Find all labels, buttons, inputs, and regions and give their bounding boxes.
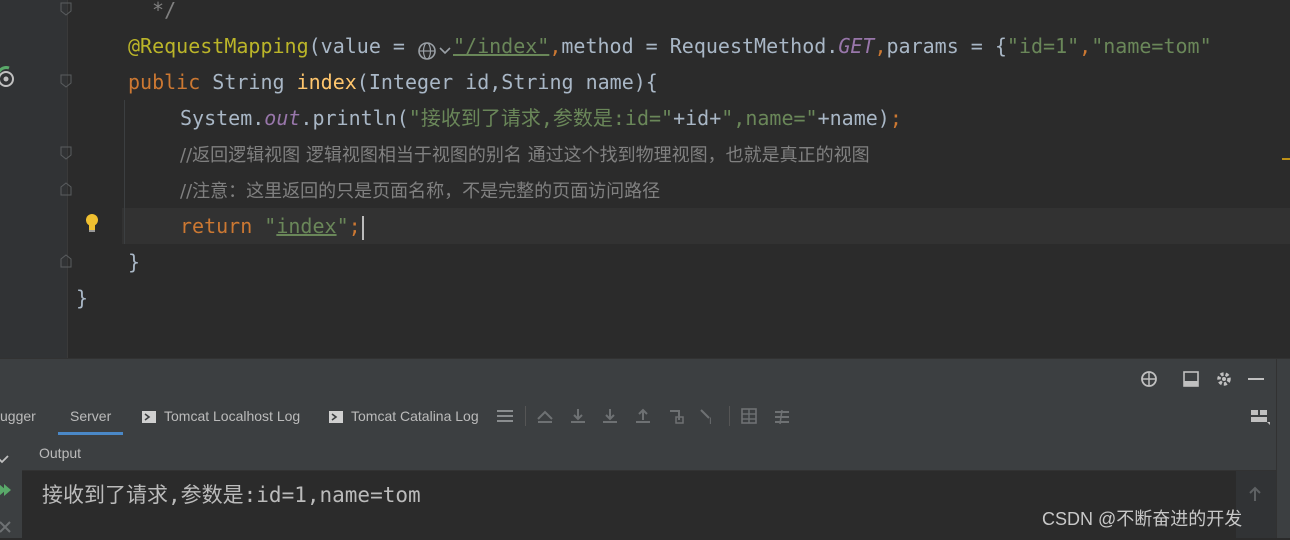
web-endpoint-icon[interactable]	[0, 66, 15, 92]
drop-frame-icon[interactable]	[536, 407, 554, 425]
code-line: public String index(Integer id,String na…	[128, 70, 658, 94]
gear-icon[interactable]	[1215, 370, 1233, 392]
tab-server[interactable]: Server	[58, 397, 124, 435]
log-icon	[329, 411, 343, 424]
right-side-strip	[1276, 359, 1290, 538]
code-comment: //注意：这里返回的只是页面名称，不是完整的页面访问路径	[180, 181, 661, 202]
step-into-icon[interactable]	[601, 407, 619, 425]
tool-window-header	[0, 359, 1276, 397]
rerun-icon[interactable]	[0, 480, 12, 506]
step-over-icon[interactable]	[569, 407, 587, 425]
text-caret	[361, 215, 364, 240]
fold-marker-icon[interactable]	[60, 2, 72, 16]
layout-icon[interactable]	[1183, 371, 1199, 391]
minimize-icon[interactable]	[1248, 378, 1264, 380]
tab-tomcat-catalina-log[interactable]: Tomcat Catalina Log	[329, 397, 479, 435]
evaluate-icon[interactable]: I	[699, 407, 717, 427]
code-line: */	[140, 0, 177, 22]
code-line: System.out.println("接收到了请求,参数是:id="+id+"…	[180, 106, 902, 130]
output-label: Output	[39, 445, 82, 461]
tool-tabs: ugger Server Tomcat Localhost Log Tomcat…	[0, 397, 1276, 435]
code-editor[interactable]: */ @RequestMapping(value = "/index",meth…	[0, 0, 1290, 358]
output-header: Output	[22, 436, 1276, 471]
table-icon[interactable]	[740, 407, 758, 425]
code-comment: //返回逻辑视图 逻辑视图相当于视图的别名 通过这个找到物理视图，也就是真正的视…	[180, 145, 870, 166]
console-side-toolbar	[0, 436, 23, 538]
fold-marker-icon[interactable]	[60, 182, 72, 196]
code-line: }	[128, 250, 141, 274]
lightbulb-icon[interactable]	[84, 213, 100, 237]
code-line: return "index";	[180, 208, 364, 244]
tab-debugger[interactable]: ugger	[0, 397, 36, 435]
scroll-up-icon[interactable]	[1248, 485, 1262, 507]
target-icon[interactable]	[1140, 370, 1158, 392]
globe-dropdown-icon[interactable]	[417, 37, 453, 60]
fold-marker-icon[interactable]	[60, 74, 72, 88]
run-to-cursor-icon[interactable]	[667, 407, 685, 425]
svg-text:I: I	[709, 417, 712, 425]
log-icon	[142, 411, 156, 424]
chevron-down-icon[interactable]	[0, 450, 10, 469]
code-line: }	[76, 286, 89, 310]
layout-options-icon[interactable]	[1250, 407, 1270, 425]
update-icon[interactable]	[0, 516, 12, 540]
menu-lines-icon[interactable]	[496, 407, 514, 425]
trace-icon[interactable]	[773, 407, 791, 425]
warning-stripe-mark[interactable]	[1282, 158, 1290, 160]
tab-tomcat-localhost-log[interactable]: Tomcat Localhost Log	[142, 397, 300, 435]
fold-marker-icon[interactable]	[60, 146, 72, 160]
fold-marker-icon[interactable]	[60, 254, 72, 268]
console-text: 接收到了请求,参数是:id=1,name=tom	[42, 483, 421, 507]
step-out-icon[interactable]	[634, 407, 652, 425]
editor-gutter	[0, 0, 67, 358]
watermark: CSDN @不断奋进的开发	[1042, 509, 1243, 529]
code-line: @RequestMapping(value = "/index",method …	[128, 34, 1212, 60]
